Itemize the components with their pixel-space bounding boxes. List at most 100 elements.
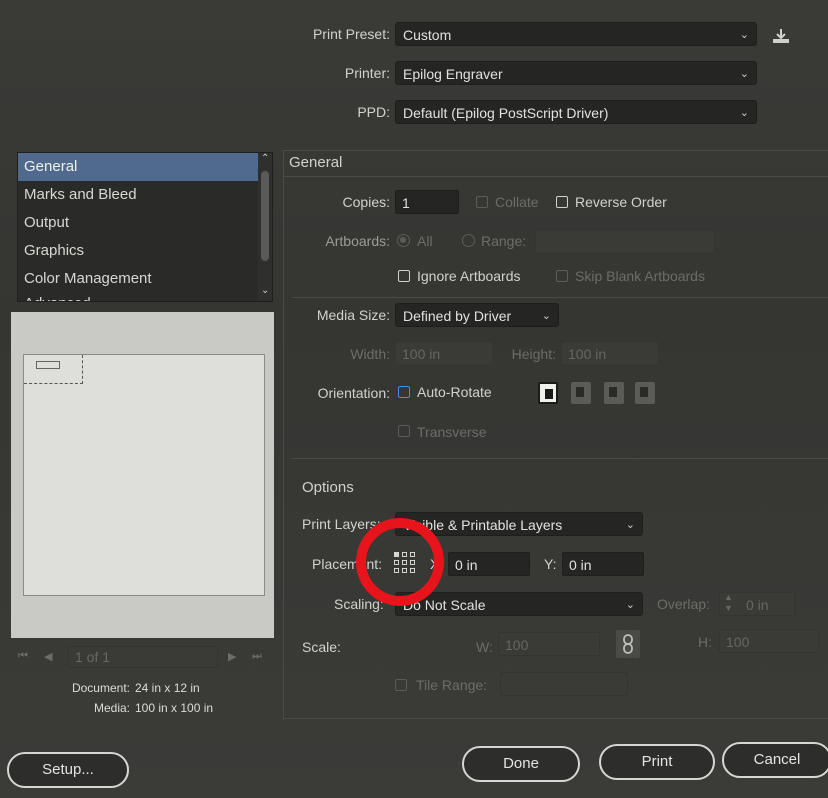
- chevron-down-icon: ⌄: [739, 107, 749, 119]
- all-artboards-radio[interactable]: [397, 234, 410, 247]
- orientation-label: Orientation:: [317, 385, 390, 401]
- transverse-checkbox[interactable]: [398, 425, 410, 437]
- panel-divider: [283, 150, 284, 720]
- section-divider: [292, 458, 828, 459]
- section-divider: [292, 297, 828, 298]
- auto-rotate-label: Auto-Rotate: [417, 384, 492, 400]
- landscape-flipped-orientation-icon[interactable]: [635, 382, 655, 404]
- document-size: 24 in x 12 in: [135, 681, 200, 695]
- chain-link-icon: [623, 634, 633, 654]
- landscape-orientation-icon[interactable]: [571, 382, 591, 404]
- sidebar-item-general[interactable]: General: [18, 153, 272, 181]
- w-label: W:: [476, 639, 493, 655]
- scale-height-field[interactable]: 100: [719, 629, 819, 653]
- printer-select[interactable]: Epilog Engraver ⌄: [395, 61, 757, 85]
- ppd-select[interactable]: Default (Epilog PostScript Driver) ⌄: [395, 100, 757, 124]
- section-divider: [284, 718, 828, 719]
- copies-field[interactable]: 1: [395, 190, 459, 214]
- ignore-artboards-checkbox[interactable]: [398, 270, 410, 282]
- first-page-icon[interactable]: ⏮: [18, 650, 28, 663]
- print-preset-label: Print Preset:: [312, 26, 390, 42]
- chevron-down-icon: ⌄: [625, 519, 635, 531]
- previous-page-icon[interactable]: ◀: [44, 650, 52, 663]
- tile-range-checkbox[interactable]: [395, 679, 407, 691]
- skip-blank-artboards-checkbox[interactable]: [556, 270, 568, 282]
- printer-value: Epilog Engraver: [403, 66, 503, 82]
- next-page-icon[interactable]: ▶: [228, 650, 236, 663]
- ppd-label: PPD:: [357, 104, 390, 120]
- ignore-artboards-label: Ignore Artboards: [417, 268, 521, 284]
- width-field[interactable]: 100 in: [395, 341, 493, 365]
- overlap-stepper-icon[interactable]: ▲ ▼: [724, 592, 733, 614]
- print-preview: [11, 312, 274, 638]
- overlap-label: Overlap:: [657, 596, 710, 612]
- page-indicator[interactable]: 1 of 1: [68, 646, 218, 668]
- copies-label: Copies:: [342, 194, 390, 210]
- chevron-down-icon: ⌄: [541, 310, 551, 322]
- print-preset-value: Custom: [403, 27, 452, 43]
- scaling-select[interactable]: Do Not Scale ⌄: [395, 592, 643, 616]
- constrain-proportions-button[interactable]: [616, 630, 640, 658]
- highlight-circle-annotation: [356, 518, 444, 606]
- skip-blank-artboards-label: Skip Blank Artboards: [575, 268, 705, 284]
- reverse-order-checkbox[interactable]: [556, 196, 568, 208]
- transverse-label: Transverse: [417, 424, 487, 440]
- printer-label: Printer:: [344, 65, 390, 81]
- tile-range-field[interactable]: [500, 672, 628, 696]
- x-field[interactable]: 0 in: [448, 552, 530, 576]
- section-divider: [284, 150, 828, 151]
- all-artboards-label: All: [417, 233, 433, 249]
- sidebar-item-graphics[interactable]: Graphics: [18, 237, 272, 265]
- sidebar-item-output[interactable]: Output: [18, 209, 272, 237]
- print-preset-select[interactable]: Custom ⌄: [395, 22, 757, 46]
- reverse-order-label: Reverse Order: [575, 194, 667, 210]
- media-size-readout: 100 in x 100 in: [135, 701, 214, 715]
- height-label: Height:: [511, 346, 556, 362]
- collate-checkbox[interactable]: [476, 196, 488, 208]
- collate-label: Collate: [495, 194, 539, 210]
- y-label: Y:: [544, 556, 557, 572]
- ppd-value: Default (Epilog PostScript Driver): [403, 105, 609, 121]
- range-field[interactable]: [535, 229, 715, 253]
- document-label: Document:: [71, 681, 130, 695]
- chevron-up-icon[interactable]: ⌃: [261, 153, 269, 164]
- sidebar-item-advanced[interactable]: Advanced: [18, 293, 272, 301]
- media-size-select[interactable]: Defined by Driver ⌄: [395, 303, 559, 327]
- print-dialog: Print Preset: Custom ⌄ Printer: Epilog E…: [0, 0, 828, 798]
- scale-width-field[interactable]: 100: [498, 632, 600, 656]
- save-preset-icon[interactable]: [772, 28, 790, 44]
- setup-button[interactable]: Setup...: [7, 752, 129, 788]
- portrait-flipped-orientation-icon[interactable]: [604, 382, 624, 404]
- width-label: Width:: [350, 346, 390, 362]
- chevron-down-icon: ⌄: [739, 68, 749, 80]
- scrollbar-thumb[interactable]: [261, 171, 269, 261]
- auto-rotate-checkbox[interactable]: [398, 386, 410, 398]
- chevron-down-icon: ⌄: [739, 29, 749, 41]
- sidebar-item-marks-and-bleed[interactable]: Marks and Bleed: [18, 181, 272, 209]
- section-divider: [284, 176, 828, 177]
- artboards-label: Artboards:: [325, 233, 390, 249]
- cancel-button[interactable]: Cancel: [722, 742, 828, 778]
- media-label: Media:: [93, 701, 130, 715]
- height-field[interactable]: 100 in: [561, 341, 659, 365]
- chevron-down-icon: ⌄: [625, 599, 635, 611]
- portrait-orientation-icon[interactable]: [538, 382, 558, 404]
- options-section-title: Options: [302, 479, 354, 496]
- scale-label: Scale:: [302, 639, 341, 655]
- range-radio[interactable]: [462, 234, 475, 247]
- media-page: [23, 354, 265, 596]
- y-field[interactable]: 0 in: [562, 552, 644, 576]
- general-section-title: General: [289, 154, 343, 171]
- done-button[interactable]: Done: [462, 746, 580, 782]
- chevron-down-icon[interactable]: ⌄: [261, 285, 269, 296]
- media-size-label: Media Size:: [316, 307, 390, 323]
- tile-range-label: Tile Range:: [416, 677, 488, 693]
- artboard-outline: [24, 355, 83, 384]
- h-label: H:: [698, 634, 712, 650]
- category-list[interactable]: General Marks and Bleed Output Graphics …: [17, 152, 273, 302]
- print-button[interactable]: Print: [599, 744, 715, 780]
- range-label: Range:: [481, 233, 527, 249]
- list-scrollbar[interactable]: ⌃ ⌄: [258, 153, 272, 301]
- sidebar-item-color-management[interactable]: Color Management: [18, 265, 272, 293]
- last-page-icon[interactable]: ⏭: [252, 650, 262, 663]
